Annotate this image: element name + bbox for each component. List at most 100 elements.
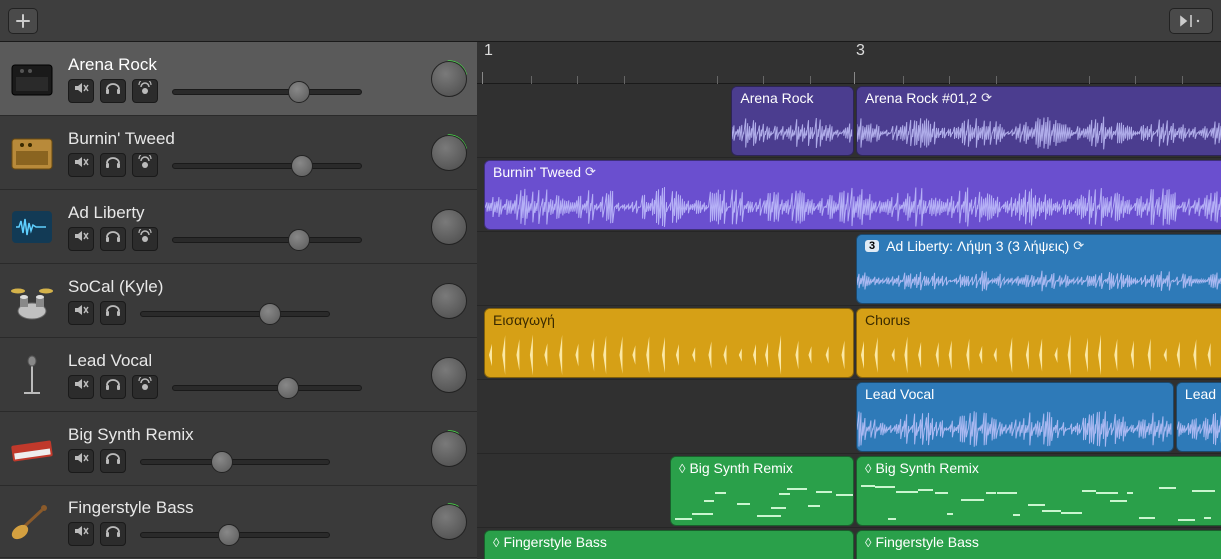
mute-button[interactable] [68, 449, 94, 473]
pan-knob[interactable] [429, 429, 469, 469]
input-monitor-button[interactable] [132, 153, 158, 177]
ruler-tick [903, 76, 904, 84]
track-instrument-icon [6, 201, 58, 253]
track-name-label: Fingerstyle Bass [68, 498, 415, 518]
solo-button[interactable] [100, 375, 126, 399]
mute-button[interactable] [68, 153, 94, 177]
track-header[interactable]: SoCal (Kyle) [0, 264, 477, 338]
region[interactable]: Chorus [856, 308, 1221, 378]
region-content [1177, 405, 1221, 452]
timeline[interactable]: 1357 Arena Rock Arena Rock #01,2 ⟳ Burni… [477, 42, 1221, 559]
track-instrument-icon [6, 127, 58, 179]
headphones-icon [104, 451, 122, 470]
headphones-icon [104, 81, 122, 100]
catch-playhead-icon [1179, 14, 1203, 28]
mute-button[interactable] [68, 301, 94, 325]
region-content [485, 183, 1221, 230]
region[interactable]: Lead [1176, 382, 1221, 452]
region-content [485, 553, 853, 559]
solo-button[interactable] [100, 79, 126, 103]
region-content [485, 331, 853, 378]
region[interactable]: ◊ Big Synth Remix [670, 456, 854, 526]
mute-button[interactable] [68, 227, 94, 251]
region-content [857, 257, 1221, 304]
region[interactable]: ◊ Fingerstyle Bass [484, 530, 854, 559]
track-header[interactable]: Lead Vocal [0, 338, 477, 412]
region-header: Burnin' Tweed ⟳ [485, 161, 1221, 183]
headphones-icon [104, 303, 122, 322]
midi-loop-icon: ◊ [493, 535, 499, 550]
track-header[interactable]: Burnin' Tweed [0, 116, 477, 190]
region[interactable]: ◊ Fingerstyle Bass [856, 530, 1221, 559]
input-monitor-icon [137, 81, 153, 100]
region-content [671, 479, 853, 526]
track-name-label: Big Synth Remix [68, 425, 415, 445]
mute-icon [73, 451, 89, 470]
region[interactable]: Εισαγωγή [484, 308, 854, 378]
midi-loop-icon: ◊ [865, 535, 871, 550]
input-monitor-button[interactable] [132, 375, 158, 399]
region[interactable]: Lead Vocal [856, 382, 1174, 452]
track-header[interactable]: Ad Liberty [0, 190, 477, 264]
input-monitor-button[interactable] [132, 79, 158, 103]
pan-knob[interactable] [429, 133, 469, 173]
ruler-tick [624, 76, 625, 84]
region-label: Fingerstyle Bass [875, 534, 978, 550]
volume-slider[interactable] [140, 452, 330, 470]
region[interactable]: ◊ Big Synth Remix [856, 456, 1221, 526]
pan-knob[interactable] [429, 502, 469, 542]
solo-button[interactable] [100, 301, 126, 325]
region[interactable]: Arena Rock #01,2 ⟳ [856, 86, 1221, 156]
ruler-tick [996, 76, 997, 84]
region-label: Εισαγωγή [493, 312, 555, 328]
mute-button[interactable] [68, 522, 94, 546]
region-header: Chorus [857, 309, 1221, 331]
region-header: ◊ Big Synth Remix [857, 457, 1221, 479]
volume-slider[interactable] [140, 525, 330, 543]
region-header: ◊ Big Synth Remix [671, 457, 853, 479]
track-header[interactable]: Fingerstyle Bass [0, 486, 477, 558]
region-label: Ad Liberty: Λήψη 3 (3 λήψεις) [886, 238, 1069, 254]
ruler-tick [717, 76, 718, 84]
pan-knob[interactable] [429, 207, 469, 247]
volume-slider[interactable] [172, 156, 362, 174]
headphones-icon [104, 229, 122, 248]
solo-button[interactable] [100, 522, 126, 546]
add-track-button[interactable] [8, 8, 38, 34]
region-content [857, 479, 1221, 526]
region-header: Lead [1177, 383, 1221, 405]
solo-button[interactable] [100, 153, 126, 177]
ruler-tick [949, 76, 950, 84]
region[interactable]: Arena Rock [731, 86, 854, 156]
region-label: Burnin' Tweed [493, 164, 581, 180]
region[interactable]: 3 Ad Liberty: Λήψη 3 (3 λήψεις) ⟳ [856, 234, 1221, 304]
track-header[interactable]: Arena Rock [0, 42, 477, 116]
volume-slider[interactable] [172, 230, 362, 248]
take-count-badge: 3 [865, 240, 879, 252]
loop-icon: ⟳ [981, 90, 992, 106]
track-name-label: SoCal (Kyle) [68, 277, 415, 297]
mute-button[interactable] [68, 79, 94, 103]
catch-playhead-button[interactable] [1169, 8, 1213, 34]
region-label: Big Synth Remix [689, 460, 792, 476]
region-header: ◊ Fingerstyle Bass [485, 531, 853, 553]
volume-slider[interactable] [172, 378, 362, 396]
volume-slider[interactable] [140, 304, 330, 322]
plus-icon [16, 14, 30, 28]
solo-button[interactable] [100, 449, 126, 473]
input-monitor-button[interactable] [132, 227, 158, 251]
region-content [857, 553, 1221, 559]
mute-button[interactable] [68, 375, 94, 399]
pan-knob[interactable] [429, 281, 469, 321]
solo-button[interactable] [100, 227, 126, 251]
mute-icon [73, 377, 89, 396]
region[interactable]: Burnin' Tweed ⟳ [484, 160, 1221, 230]
ruler-bar-label: 1 [484, 42, 493, 60]
track-header[interactable]: Big Synth Remix [0, 412, 477, 486]
pan-knob[interactable] [429, 59, 469, 99]
pan-knob[interactable] [429, 355, 469, 395]
headphones-icon [104, 524, 122, 543]
volume-slider[interactable] [172, 82, 362, 100]
ruler[interactable]: 1357 [477, 42, 1221, 84]
midi-loop-icon: ◊ [679, 461, 685, 476]
